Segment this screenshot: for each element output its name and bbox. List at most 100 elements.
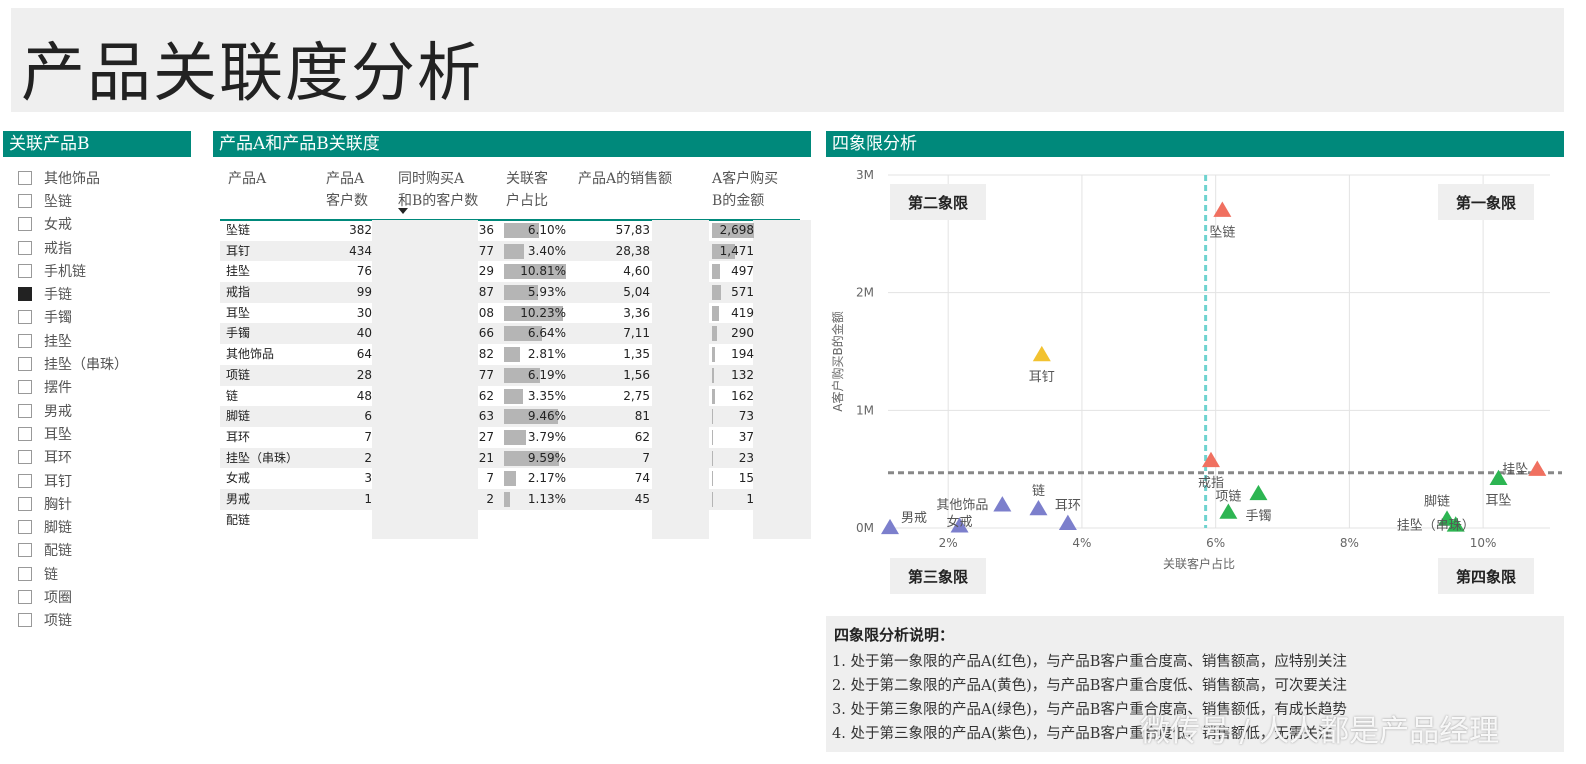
cell-sales: 5,04 <box>623 285 650 300</box>
cell-customers: 7 <box>364 429 372 444</box>
table-row[interactable]: 戒指 99 87 5.93% 5,04 571 <box>220 282 810 303</box>
checkbox-icon[interactable] <box>18 240 32 255</box>
table-row[interactable]: 项链 28 77 6.19% 1,56 132 <box>220 364 810 386</box>
table-row[interactable]: 耳坠 30 08 10.23% 3,36 419 <box>220 303 810 324</box>
checkbox-icon[interactable] <box>18 333 32 348</box>
table-row[interactable]: 挂坠（串珠） 2 21 9.59% 7 23 <box>220 447 810 469</box>
cell-ratio: 9.59% <box>527 450 566 465</box>
table-row[interactable]: 挂坠 76 29 10.81% 4,60 497 <box>220 261 810 282</box>
slicer-item-label: 耳环 <box>44 450 72 467</box>
slicer-item-label: 耳坠 <box>44 426 72 443</box>
table-row[interactable]: 手镯 40 66 6.64% 7,11 290 <box>220 323 810 345</box>
slicer-item[interactable]: 耳环 <box>18 446 198 469</box>
slicer-item[interactable]: 女戒 <box>18 213 198 236</box>
checkbox-icon[interactable] <box>18 193 32 208</box>
sort-desc-icon[interactable] <box>398 208 408 214</box>
cell-product: 耳钉 <box>226 243 251 258</box>
slicer-item[interactable]: 其他饰品 <box>18 166 198 189</box>
cell-customers: 2 <box>364 450 372 465</box>
table-row[interactable]: 链 48 62 3.35% 2,75 162 <box>220 386 810 407</box>
cell-product: 手镯 <box>226 326 251 341</box>
cell-both: 66 <box>478 326 494 341</box>
slicer-item[interactable]: 胸针 <box>18 492 198 515</box>
checkbox-icon[interactable] <box>18 473 32 488</box>
slicer-item[interactable]: 挂坠 <box>18 329 198 352</box>
table-row[interactable]: 配链 <box>220 510 810 531</box>
cell-ratio: 5.93% <box>527 285 566 300</box>
slicer-item[interactable]: 挂坠（串珠） <box>18 352 198 375</box>
slicer-item[interactable]: 项链 <box>18 609 198 632</box>
cell-both: 21 <box>478 450 494 465</box>
slicer-item[interactable]: 手镯 <box>18 306 198 329</box>
slicer-item[interactable]: 手机链 <box>18 259 198 282</box>
slicer-item[interactable]: 坠链 <box>18 189 198 212</box>
checkbox-icon[interactable] <box>18 217 32 232</box>
checkbox-icon[interactable] <box>18 403 32 418</box>
cell-sales: 28,38 <box>615 243 650 258</box>
x-tick-label: 8% <box>1340 536 1359 550</box>
col-b-amount[interactable]: A客户购买 B的金额 <box>712 168 778 212</box>
checkbox-icon[interactable] <box>18 170 32 185</box>
cell-customers: 48 <box>356 388 372 403</box>
slicer-item-label: 女戒 <box>44 217 72 234</box>
quadrant-2-label: 第二象限 <box>908 194 968 212</box>
checkbox-icon[interactable] <box>18 543 32 558</box>
slicer-item[interactable]: 戒指 <box>18 236 198 259</box>
cell-both <box>430 510 494 531</box>
col-customers[interactable]: 产品A 客户数 <box>326 168 368 212</box>
cell-sales: 74 <box>634 471 650 486</box>
col-sales[interactable]: 产品A的销售额 <box>578 168 672 190</box>
cell-b-amount: 1 <box>746 491 754 506</box>
table-row[interactable]: 男戒 1 2 1.13% 45 1 <box>220 488 810 510</box>
checkbox-checked-icon[interactable] <box>18 287 32 302</box>
table-body: 坠链 382 36 6.10% 57,83 2,698 耳钉 434 77 3.40% 28,38 1… <box>220 220 811 539</box>
cell-sales: 4,60 <box>623 264 650 279</box>
cell-ratio: 9.46% <box>527 409 566 424</box>
checkbox-icon[interactable] <box>18 589 32 604</box>
slicer-item[interactable]: 耳钉 <box>18 469 198 492</box>
slicer-item[interactable]: 项圈 <box>18 585 198 608</box>
checkbox-icon[interactable] <box>18 380 32 395</box>
slicer-item[interactable]: 摆件 <box>18 376 198 399</box>
x-tick-label: 6% <box>1206 536 1225 550</box>
slicer-header: 关联产品B <box>3 131 191 157</box>
table-row[interactable]: 其他饰品 64 82 2.81% 1,35 194 <box>220 344 810 365</box>
table-row[interactable]: 耳环 7 27 3.79% 62 37 <box>220 427 810 448</box>
note-line-2: 2. 处于第二象限的产品A(黄色)，与产品B客户重合度低、销售额高，可次要关注 <box>832 678 1347 694</box>
cell-both: 2 <box>486 491 494 506</box>
slicer-item[interactable]: 链 <box>18 562 198 585</box>
table-row[interactable]: 女戒 3 7 2.17% 74 15 <box>220 468 810 489</box>
col-ratio[interactable]: 关联客 户占比 <box>506 168 548 212</box>
checkbox-icon[interactable] <box>18 426 32 441</box>
cell-sales: 81 <box>634 409 650 424</box>
slicer-item-label: 脚链 <box>44 520 72 537</box>
table-row[interactable]: 耳钉 434 77 3.40% 28,38 1,471 <box>220 240 810 262</box>
slicer-item[interactable]: 耳坠 <box>18 422 198 445</box>
slicer-item-label: 项圈 <box>44 589 72 606</box>
slicer-item-label: 男戒 <box>44 403 72 420</box>
cell-both: 29 <box>478 264 494 279</box>
cell-ratio: 2.81% <box>527 347 566 362</box>
slicer-item[interactable]: 脚链 <box>18 515 198 538</box>
col-both-customers[interactable]: 同时购买A 和B的客户数 <box>398 168 478 212</box>
table-row[interactable]: 坠链 382 36 6.10% 57,83 2,698 <box>220 220 810 241</box>
slicer-item[interactable]: 配链 <box>18 539 198 562</box>
cell-ratio: 6.10% <box>527 223 566 237</box>
checkbox-icon[interactable] <box>18 496 32 511</box>
slicer-item[interactable]: 手链 <box>18 282 198 305</box>
cell-both: 82 <box>478 347 494 362</box>
checkbox-icon[interactable] <box>18 450 32 465</box>
checkbox-icon[interactable] <box>18 263 32 278</box>
cell-b-amount: 571 <box>731 285 754 300</box>
checkbox-icon[interactable] <box>18 357 32 372</box>
cell-both: 77 <box>478 367 494 382</box>
table-row[interactable]: 脚链 6 63 9.46% 81 73 <box>220 406 810 427</box>
point-label: 挂坠（串珠） <box>1397 517 1475 533</box>
checkbox-icon[interactable] <box>18 310 32 325</box>
checkbox-icon[interactable] <box>18 613 32 628</box>
col-product[interactable]: 产品A <box>228 168 266 190</box>
checkbox-icon[interactable] <box>18 520 32 535</box>
checkbox-icon[interactable] <box>18 566 32 581</box>
slicer-item[interactable]: 男戒 <box>18 399 198 422</box>
cell-b-amount: 15 <box>738 471 754 486</box>
